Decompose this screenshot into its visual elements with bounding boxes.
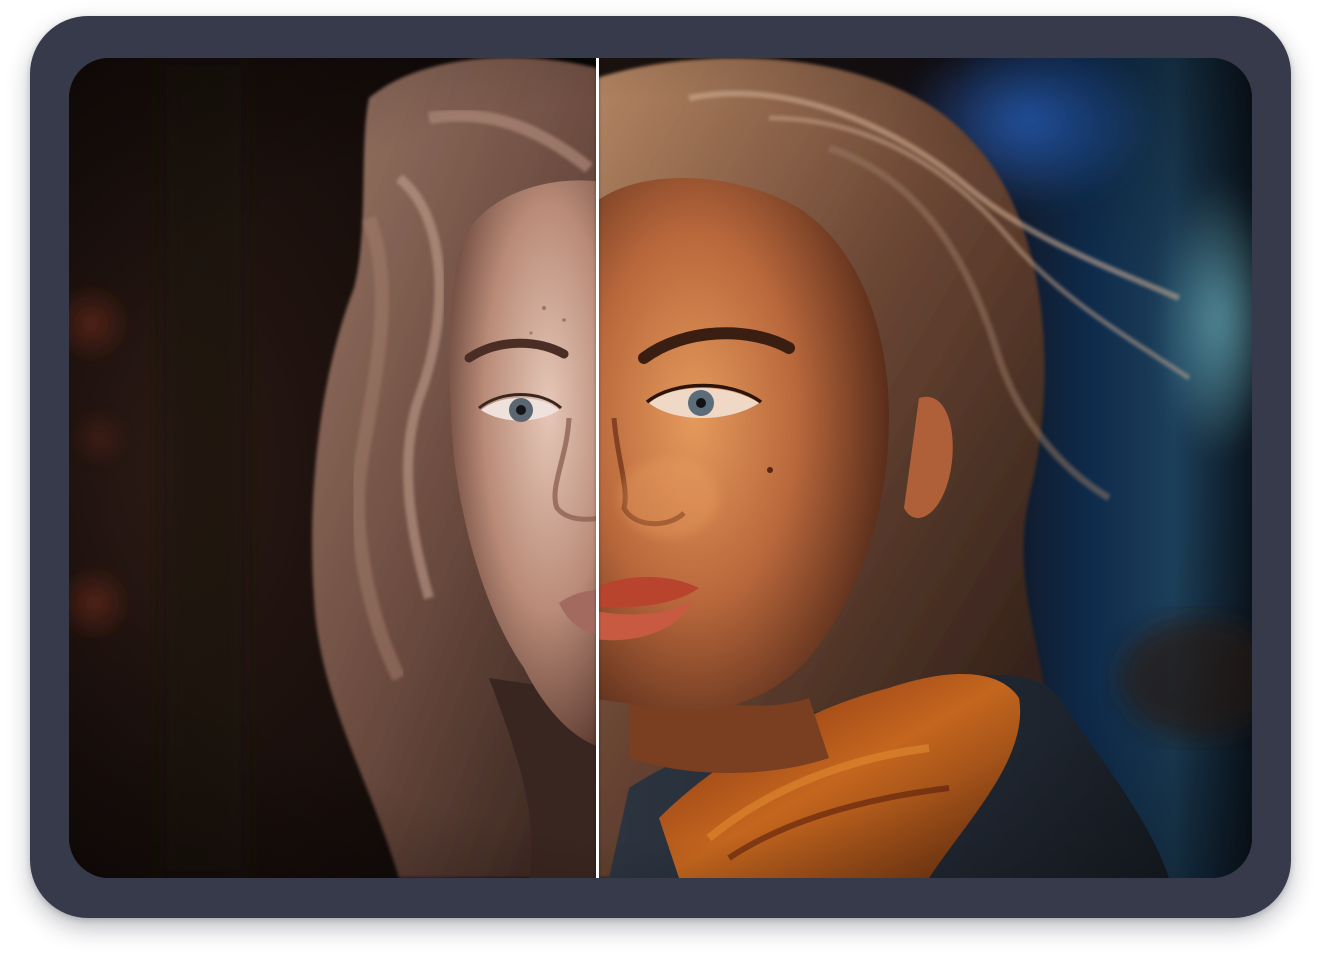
- device-frame: before after: [30, 16, 1291, 918]
- comparison-slider-handle[interactable]: [578, 58, 618, 878]
- before-image: [69, 58, 599, 878]
- comparison-viewer[interactable]: before after: [69, 58, 1252, 878]
- portrait-photo: [69, 58, 1252, 878]
- after-image: [599, 58, 1252, 878]
